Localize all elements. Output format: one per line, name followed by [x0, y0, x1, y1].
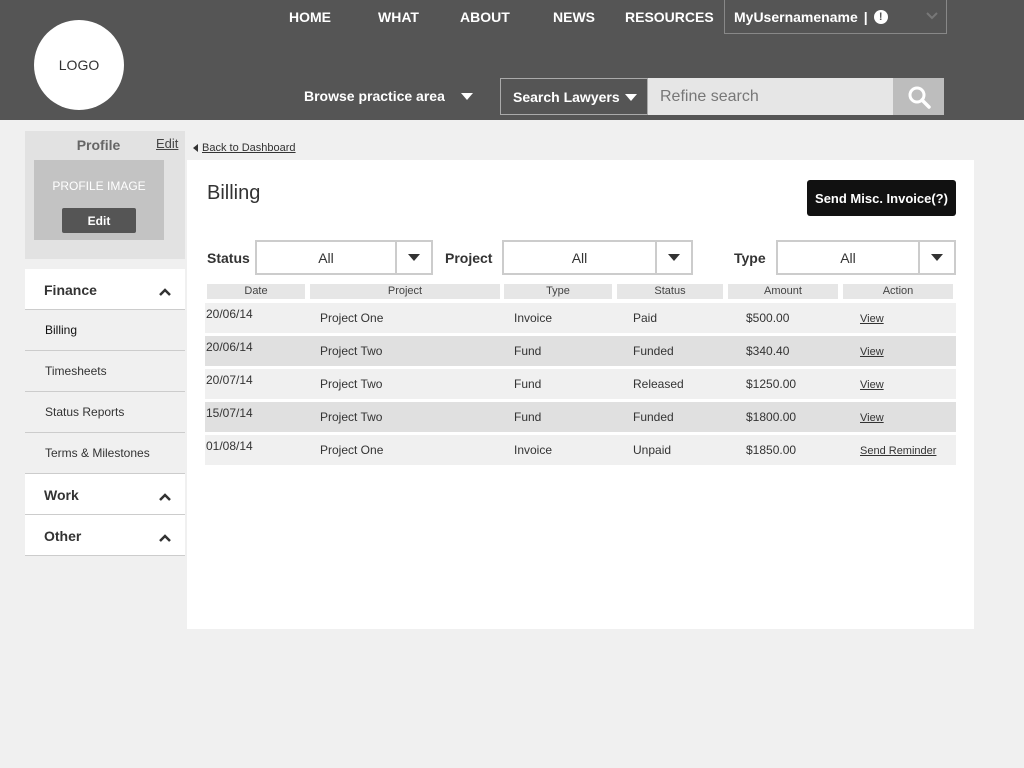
nav-what[interactable]: WHAT — [378, 9, 419, 25]
cell-date: 15/07/14 — [206, 406, 253, 420]
column-header-status: Status — [617, 284, 723, 299]
column-header-date: Date — [207, 284, 305, 299]
sidebar-section-label: Finance — [44, 282, 97, 298]
view-link[interactable]: View — [860, 412, 884, 424]
sidebar-item-billing[interactable]: Billing — [25, 310, 185, 351]
search-type-label: Search Lawyers — [513, 89, 620, 105]
caret-down-icon[interactable] — [395, 242, 431, 273]
project-filter-label: Project — [445, 250, 493, 266]
project-filter-value: All — [571, 250, 588, 266]
username: MyUsernamename — [734, 8, 858, 25]
sidebar-section-finance[interactable]: Finance — [25, 269, 185, 310]
cell-status: Paid — [633, 311, 658, 325]
caret-down-icon[interactable] — [461, 93, 473, 100]
send-reminder-link[interactable]: Send Reminder — [860, 445, 936, 457]
cell-type: Fund — [514, 344, 542, 358]
chevron-up-icon — [159, 529, 171, 545]
refine-search-input[interactable] — [648, 78, 894, 115]
status-filter-value: All — [318, 250, 334, 266]
column-header-project: Project — [310, 284, 500, 299]
caret-down-icon[interactable] — [655, 242, 691, 273]
search-icon — [908, 86, 931, 109]
profile-title: Profile — [76, 137, 121, 153]
cell-date: 20/06/14 — [206, 340, 253, 354]
status-filter-select[interactable]: All — [255, 240, 433, 275]
chevron-down-icon[interactable] — [926, 9, 938, 23]
cell-project: Project Two — [320, 377, 383, 391]
column-header-action: Action — [843, 284, 953, 299]
cell-date: 01/08/14 — [206, 439, 253, 453]
cell-amount: $340.40 — [746, 344, 790, 358]
sidebar-item-timesheets[interactable]: Timesheets — [25, 351, 185, 392]
profile-image-label: PROFILE IMAGE — [52, 179, 146, 193]
status-filter-label: Status — [207, 250, 250, 266]
nav-resources[interactable]: RESOURCES — [625, 9, 714, 25]
logo[interactable]: LOGO — [34, 20, 124, 110]
view-link[interactable]: View — [860, 379, 884, 391]
nav-news[interactable]: NEWS — [553, 9, 595, 25]
sidebar-section-other[interactable]: Other — [25, 515, 185, 556]
browse-practice-area[interactable]: Browse practice area — [304, 88, 445, 104]
send-misc-invoice-button[interactable]: Send Misc. Invoice(?) — [807, 180, 956, 216]
cell-date: 20/07/14 — [206, 373, 253, 387]
cell-status: Funded — [633, 344, 674, 358]
cell-project: Project Two — [320, 344, 383, 358]
view-link[interactable]: View — [860, 346, 884, 358]
top-header: LOGO HOME WHAT ABOUT NEWS RESOURCES MyUs… — [0, 0, 1024, 120]
cell-type: Invoice — [514, 443, 553, 457]
table-row: 15/07/14 Project Two Fund Funded $1800.0… — [205, 402, 956, 432]
nav-about[interactable]: ABOUT — [460, 9, 510, 25]
type-filter-label: Type — [734, 250, 766, 266]
chevron-up-icon — [159, 283, 171, 299]
cell-status: Released — [633, 377, 684, 391]
caret-left-icon — [193, 144, 198, 153]
column-header-type: Type — [504, 284, 612, 299]
cell-status: Funded — [633, 410, 674, 424]
username-separator: | — [863, 8, 868, 25]
chevron-up-icon — [159, 488, 171, 504]
cell-amount: $500.00 — [746, 311, 790, 325]
sidebar-section-work[interactable]: Work — [25, 474, 185, 515]
profile-image-edit-button[interactable]: Edit — [62, 208, 136, 233]
cell-type: Fund — [514, 377, 542, 391]
column-header-amount: Amount — [728, 284, 838, 299]
table-row: 20/07/14 Project Two Fund Released $1250… — [205, 369, 956, 399]
cell-project: Project Two — [320, 410, 383, 424]
page-title: Billing — [207, 182, 261, 204]
caret-down-icon[interactable] — [918, 242, 954, 273]
alert-icon[interactable]: ! — [873, 9, 888, 24]
profile-edit-link[interactable]: Edit — [156, 136, 178, 151]
caret-down-icon — [625, 94, 637, 101]
project-filter-select[interactable]: All — [502, 240, 693, 275]
cell-amount: $1800.00 — [746, 410, 797, 424]
cell-type: Invoice — [514, 311, 553, 325]
cell-project: Project One — [320, 443, 384, 457]
table-row: 20/06/14 Project Two Fund Funded $340.40… — [205, 336, 956, 366]
search-type-select[interactable]: Search Lawyers — [500, 78, 648, 115]
cell-type: Fund — [514, 410, 542, 424]
table-row: 20/06/14 Project One Invoice Paid $500.0… — [205, 303, 956, 333]
cell-date: 20/06/14 — [206, 307, 253, 321]
profile-card: Profile Edit PROFILE IMAGE Edit — [25, 131, 185, 259]
cell-project: Project One — [320, 311, 384, 325]
type-filter-select[interactable]: All — [776, 240, 956, 275]
sidebar-item-status-reports[interactable]: Status Reports — [25, 392, 185, 433]
view-link[interactable]: View — [860, 313, 884, 325]
user-menu[interactable]: MyUsernamename | ! — [724, 0, 947, 34]
sidebar-section-label: Other — [44, 528, 82, 544]
sidebar-section-label: Work — [44, 487, 79, 503]
cell-status: Unpaid — [633, 443, 672, 457]
back-to-dashboard-link[interactable]: Back to Dashboard — [193, 142, 296, 154]
cell-amount: $1850.00 — [746, 443, 797, 457]
search-button[interactable] — [893, 78, 944, 115]
table-row: 01/08/14 Project One Invoice Unpaid $185… — [205, 435, 956, 465]
back-link-label: Back to Dashboard — [202, 142, 296, 154]
type-filter-value: All — [840, 250, 856, 266]
profile-image: PROFILE IMAGE Edit — [34, 160, 164, 240]
nav-home[interactable]: HOME — [289, 9, 331, 25]
sidebar-item-terms-milestones[interactable]: Terms & Milestones — [25, 433, 185, 474]
cell-amount: $1250.00 — [746, 377, 797, 391]
